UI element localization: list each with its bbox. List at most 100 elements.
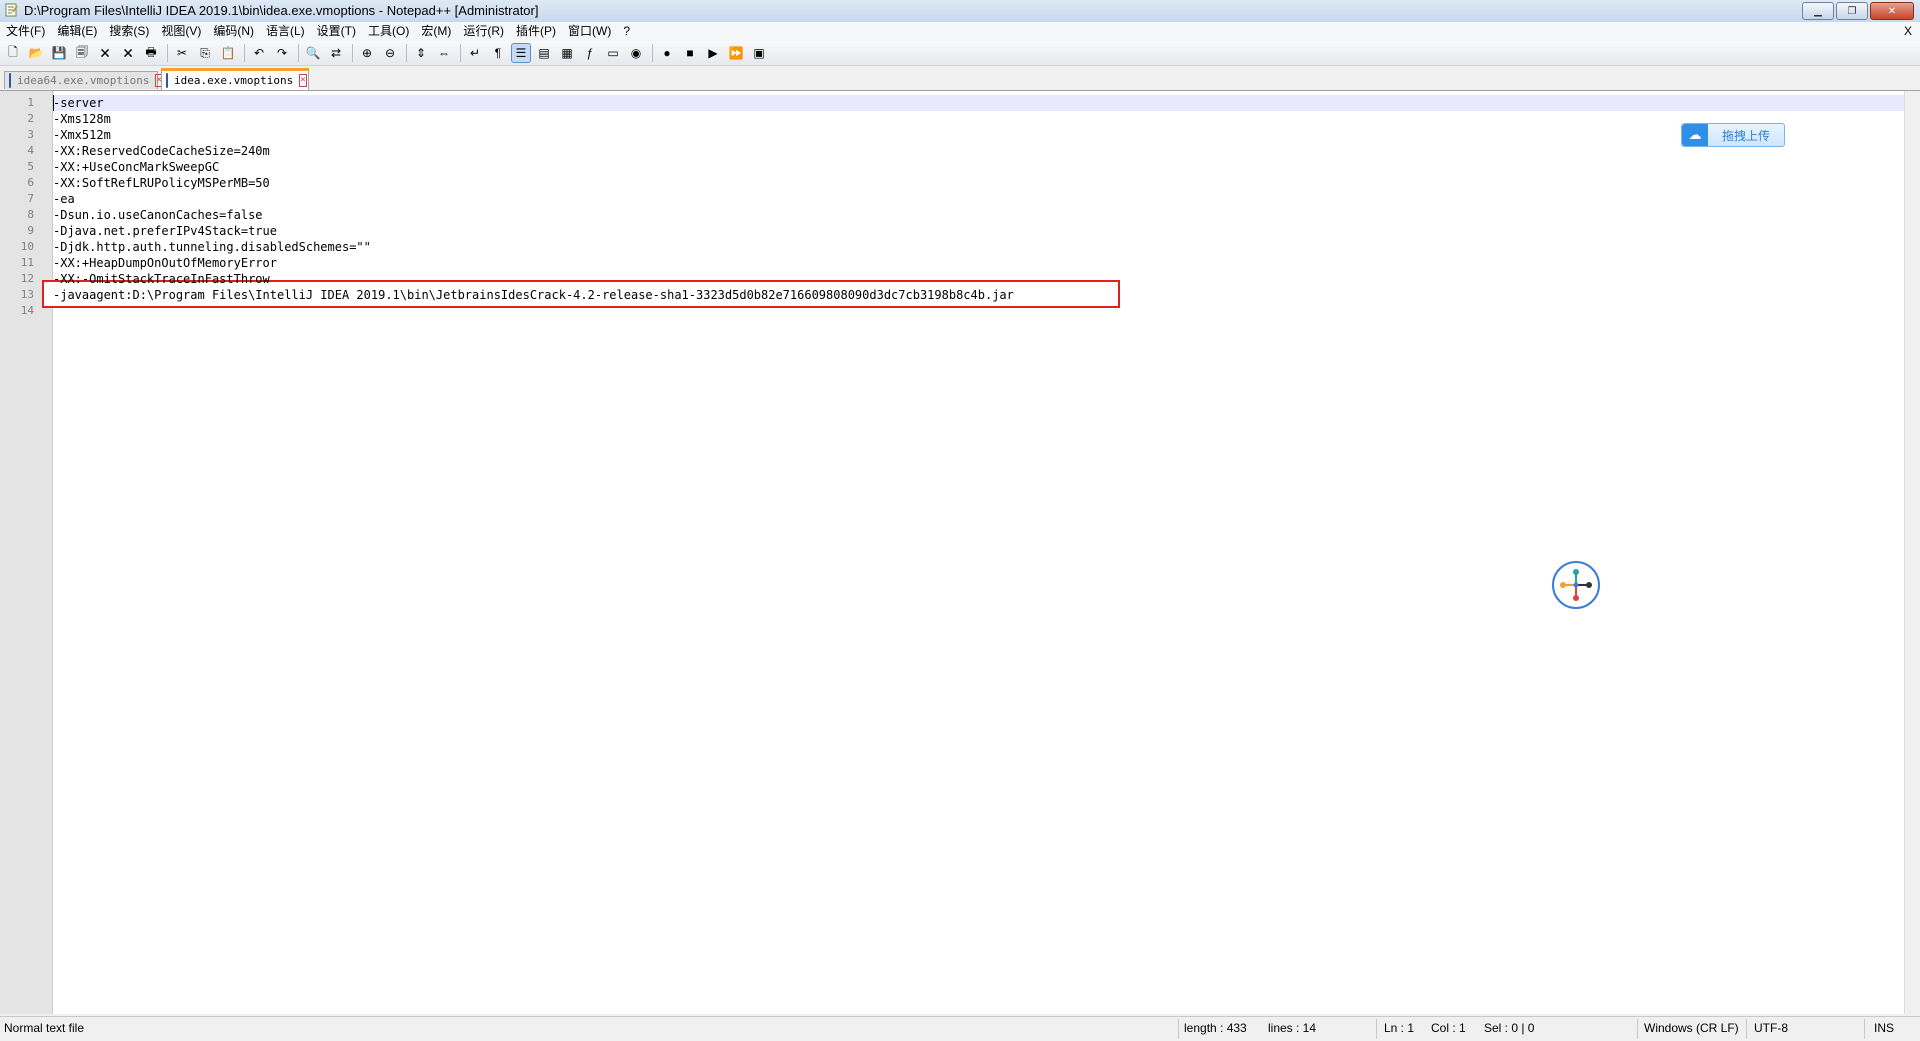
line-number: 10 bbox=[20, 240, 34, 253]
line-number: 8 bbox=[27, 208, 34, 221]
code-line[interactable]: -Dsun.io.useCanonCaches=false bbox=[53, 207, 263, 223]
code-line[interactable]: -ea bbox=[53, 191, 75, 207]
toolbar-separator bbox=[167, 44, 168, 62]
paste-icon[interactable]: 📋 bbox=[219, 44, 237, 62]
line-number-gutter[interactable]: 1 2 3 4 5 6 7 8 9 10 11 12 13 14 bbox=[0, 91, 53, 1014]
copy-icon[interactable]: ⎘ bbox=[196, 44, 214, 62]
menu-item[interactable]: 编码(N) bbox=[207, 22, 260, 41]
line-number: 13 bbox=[20, 288, 34, 301]
menu-item[interactable]: 窗口(W) bbox=[562, 22, 617, 41]
menu-item[interactable]: 插件(P) bbox=[510, 22, 562, 41]
menu-item[interactable]: 设置(T) bbox=[311, 22, 362, 41]
stop-macro-icon[interactable]: ■ bbox=[681, 44, 699, 62]
status-encoding[interactable]: UTF-8 bbox=[1754, 1021, 1788, 1035]
code-line[interactable]: -XX:ReservedCodeCacheSize=240m bbox=[53, 143, 270, 159]
status-length: length : 433 bbox=[1184, 1021, 1247, 1035]
folder-workspace-icon[interactable]: ▭ bbox=[604, 44, 622, 62]
function-list-icon[interactable]: ƒ bbox=[581, 44, 599, 62]
code-line[interactable]: -Djava.net.preferIPv4Stack=true bbox=[53, 223, 277, 239]
upload-label: 拖拽上传 bbox=[1721, 128, 1770, 143]
line-number: 14 bbox=[20, 304, 34, 317]
close-all-icon[interactable]: 🗙 bbox=[119, 44, 137, 62]
tab-idea64-vmoptions[interactable]: idea64.exe.vmoptions ✕ bbox=[4, 71, 163, 89]
zoom-in-icon[interactable]: ⊕ bbox=[358, 44, 376, 62]
cloud-icon: ☁ bbox=[1682, 124, 1708, 146]
zoom-out-icon[interactable]: ⊖ bbox=[381, 44, 399, 62]
menu-item[interactable]: 编辑(E) bbox=[51, 22, 103, 41]
udl-icon[interactable]: ▤ bbox=[535, 44, 553, 62]
minimize-button[interactable]: ▁ bbox=[1802, 2, 1834, 20]
line-number: 3 bbox=[27, 128, 34, 141]
play-macro-icon[interactable]: ▶ bbox=[704, 44, 722, 62]
record-macro-icon[interactable]: ● bbox=[658, 44, 676, 62]
code-line[interactable]: -server bbox=[53, 95, 104, 111]
menu-item[interactable]: 语言(L) bbox=[260, 22, 311, 41]
find-icon[interactable]: 🔍 bbox=[304, 44, 322, 62]
status-col: Col : 1 bbox=[1431, 1021, 1466, 1035]
status-insert-mode[interactable]: INS bbox=[1874, 1021, 1894, 1035]
code-line[interactable]: -XX:-OmitStackTraceInFastThrow bbox=[53, 271, 270, 287]
run-macro-multiple-icon[interactable]: ⏩ bbox=[727, 44, 745, 62]
status-file-type: Normal text file bbox=[4, 1021, 85, 1035]
open-file-icon[interactable]: 📂 bbox=[27, 44, 45, 62]
code-line[interactable]: -Xms128m bbox=[53, 111, 111, 127]
maximize-button[interactable]: ❐ bbox=[1836, 2, 1868, 20]
status-bar: Normal text file length : 433 lines : 14… bbox=[0, 1016, 1920, 1041]
close-file-icon[interactable]: 🗙 bbox=[96, 44, 114, 62]
minimize-icon: ▁ bbox=[1814, 5, 1822, 17]
tab-bar: idea64.exe.vmoptions ✕ idea.exe.vmoption… bbox=[0, 66, 1920, 91]
line-number: 12 bbox=[20, 272, 34, 285]
code-line[interactable]: -XX:+UseConcMarkSweepGC bbox=[53, 159, 219, 175]
indent-guide-icon[interactable]: ☰ bbox=[511, 43, 531, 63]
close-tab-icon[interactable]: ✕ bbox=[299, 74, 307, 87]
menu-item[interactable]: 运行(R) bbox=[457, 22, 510, 41]
menu-item[interactable]: 文件(F) bbox=[0, 22, 51, 41]
code-line[interactable]: -XX:SoftRefLRUPolicyMSPerMB=50 bbox=[53, 175, 270, 191]
new-file-icon[interactable]: 🗋 bbox=[4, 44, 22, 62]
save-icon[interactable]: 💾 bbox=[50, 44, 68, 62]
line-number: 2 bbox=[27, 112, 34, 125]
save-macro-icon[interactable]: ▣ bbox=[750, 44, 768, 62]
vertical-scrollbar[interactable] bbox=[1904, 91, 1920, 1014]
toolbar-separator bbox=[298, 44, 299, 62]
toolbar-separator bbox=[460, 44, 461, 62]
code-line[interactable]: -Djdk.http.auth.tunneling.disabledScheme… bbox=[53, 239, 371, 255]
network-nodes-icon bbox=[1560, 569, 1592, 601]
sync-horizontal-icon[interactable]: ⇔ bbox=[435, 44, 453, 62]
monitoring-icon[interactable]: ◉ bbox=[627, 44, 645, 62]
tab-label: idea.exe.vmoptions bbox=[174, 74, 294, 87]
show-all-chars-icon[interactable]: ¶ bbox=[489, 44, 507, 62]
code-line-highlighted[interactable]: -javaagent:D:\Program Files\IntelliJ IDE… bbox=[53, 287, 1014, 303]
menu-bar: 文件(F) 编辑(E) 搜索(S) 视图(V) 编码(N) 语言(L) 设置(T) 工具(O)… bbox=[0, 22, 1920, 41]
toolbar-separator bbox=[352, 44, 353, 62]
toolbar-separator bbox=[406, 44, 407, 62]
save-all-icon[interactable]: 🗐 bbox=[73, 44, 91, 62]
replace-icon[interactable]: ⇄ bbox=[327, 44, 345, 62]
status-eol[interactable]: Windows (CR LF) bbox=[1644, 1021, 1739, 1035]
close-document-button[interactable]: X bbox=[1904, 22, 1912, 41]
editor-area[interactable]: 1 2 3 4 5 6 7 8 9 10 11 12 13 14 -server -Xms128m -Xmx5… bbox=[0, 91, 1905, 1014]
cut-icon[interactable]: ✂ bbox=[173, 44, 191, 62]
menu-item[interactable]: 宏(M) bbox=[415, 22, 457, 41]
toolbar: 🗋 📂 💾 🗐 🗙 🗙 🖶 ✂ ⎘ 📋 ↶ ↷ 🔍 ⇄ ⊕ ⊖ ⇕ ⇔ ↵ ¶ ☰ ▤ ▦ ƒ ▭ ◉ ● ■ ▶ ⏩ ▣ bbox=[0, 41, 1920, 66]
line-number: 1 bbox=[27, 96, 34, 109]
tab-idea-vmoptions[interactable]: idea.exe.vmoptions ✕ bbox=[161, 68, 309, 90]
word-wrap-icon[interactable]: ↵ bbox=[466, 44, 484, 62]
code-line[interactable]: -XX:+HeapDumpOnOutOfMemoryError bbox=[53, 255, 277, 271]
code-view[interactable]: -server -Xms128m -Xmx512m -XX:ReservedCodeC… bbox=[42, 91, 1905, 1014]
floating-assistant-ball[interactable] bbox=[1552, 561, 1600, 609]
menu-item[interactable]: 搜索(S) bbox=[103, 22, 155, 41]
close-window-button[interactable]: ✕ bbox=[1870, 2, 1914, 20]
undo-icon[interactable]: ↶ bbox=[250, 44, 268, 62]
print-icon[interactable]: 🖶 bbox=[142, 44, 160, 62]
drag-upload-button[interactable]: ☁ 拖拽上传 bbox=[1681, 123, 1785, 147]
doc-map-icon[interactable]: ▦ bbox=[558, 44, 576, 62]
redo-icon[interactable]: ↷ bbox=[273, 44, 291, 62]
file-icon bbox=[166, 73, 168, 88]
status-lines: lines : 14 bbox=[1268, 1021, 1317, 1035]
menu-item[interactable]: 工具(O) bbox=[362, 22, 415, 41]
menu-item[interactable]: 视图(V) bbox=[155, 22, 207, 41]
sync-vertical-icon[interactable]: ⇕ bbox=[412, 44, 430, 62]
code-line[interactable]: -Xmx512m bbox=[53, 127, 111, 143]
menu-item[interactable]: ? bbox=[617, 22, 636, 41]
